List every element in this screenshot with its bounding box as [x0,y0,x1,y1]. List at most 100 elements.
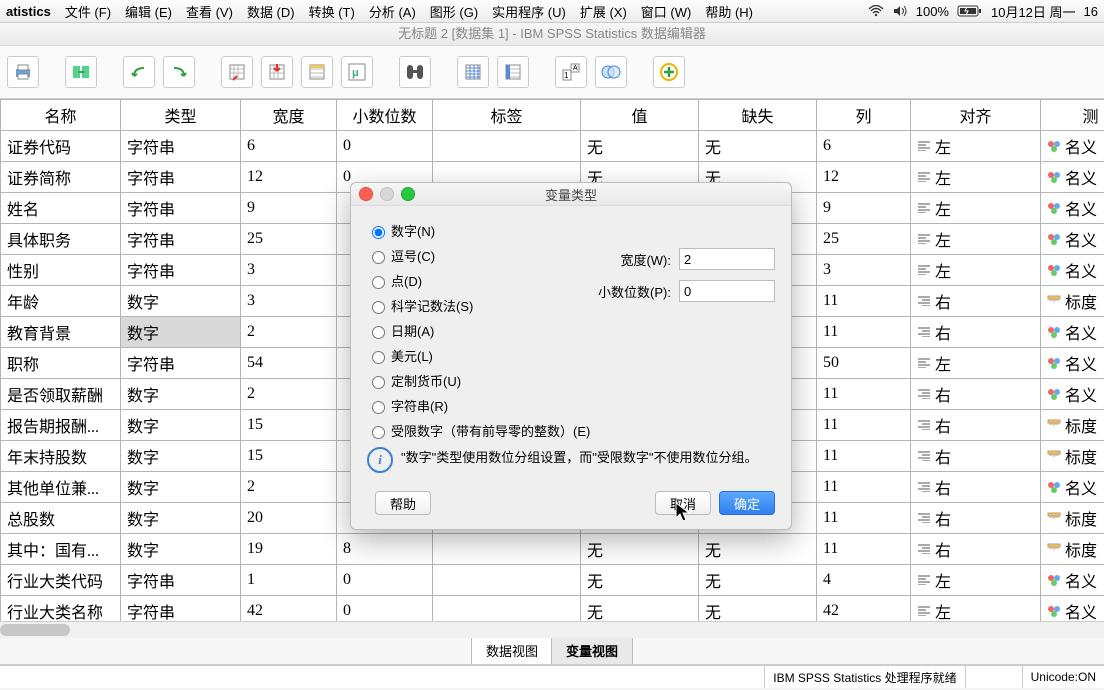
cell[interactable]: 名义 [1041,162,1104,193]
cell[interactable]: 15 [241,410,337,441]
tab-variable-view[interactable]: 变量视图 [551,636,633,664]
cell[interactable]: 右 [911,379,1041,410]
cell[interactable]: 0 [337,565,433,596]
cell[interactable]: 证券简称 [1,162,121,193]
cell[interactable]: 11 [817,441,911,472]
goto-case-button[interactable] [221,56,253,88]
cell[interactable]: 左 [911,162,1041,193]
type-radio-row[interactable]: 数字(N) [367,218,591,243]
cell[interactable]: 11 [817,410,911,441]
menu-extensions[interactable]: 扩展 (X) [580,2,627,21]
decimals-input[interactable] [679,280,775,302]
type-radio-row[interactable]: 美元(L) [367,343,591,368]
type-radio-row[interactable]: 点(D) [367,268,591,293]
value-labels-button[interactable]: 1A [555,56,587,88]
cell[interactable]: 左 [911,348,1041,379]
type-radio[interactable] [372,401,385,414]
type-radio-row[interactable]: 受限数字（带有前导零的整数）(E) [367,418,591,443]
cell[interactable]: 右 [911,534,1041,565]
run-button[interactable] [653,56,685,88]
cell[interactable]: 右 [911,503,1041,534]
cell[interactable]: 左 [911,596,1041,622]
menu-view[interactable]: 查看 (V) [186,2,233,21]
cell[interactable]: 名义 [1041,255,1104,286]
cell[interactable]: 证券代码 [1,131,121,162]
cell[interactable]: 无 [581,596,699,622]
cell[interactable]: 42 [817,596,911,622]
cell[interactable]: 11 [817,472,911,503]
cell[interactable]: 名义 [1041,596,1104,622]
cell[interactable]: 20 [241,503,337,534]
col-header[interactable]: 对齐 [911,100,1041,131]
cell[interactable]: 11 [817,286,911,317]
cell[interactable]: 标度 [1041,286,1104,317]
col-header[interactable]: 测 [1041,100,1104,131]
cell[interactable]: 职称 [1,348,121,379]
cell[interactable]: 8 [337,534,433,565]
cell[interactable]: 2 [241,379,337,410]
cell[interactable]: 2 [241,317,337,348]
cell[interactable]: 12 [241,162,337,193]
select-button[interactable] [595,56,627,88]
cell[interactable]: 11 [817,317,911,348]
cell[interactable]: 1 [241,565,337,596]
cell[interactable]: 左 [911,565,1041,596]
cell[interactable]: 字符串 [121,193,241,224]
cell[interactable]: 15 [241,441,337,472]
cell[interactable]: 是否领取薪酬 [1,379,121,410]
insert-var-button[interactable]: μ [341,56,373,88]
cell[interactable]: 左 [911,224,1041,255]
cell[interactable]: 左 [911,193,1041,224]
cell[interactable]: 字符串 [121,596,241,622]
cancel-button[interactable]: 取消 [655,491,711,515]
cell[interactable]: 字符串 [121,348,241,379]
cell[interactable]: 50 [817,348,911,379]
cell[interactable]: 数字 [121,503,241,534]
help-button[interactable]: 帮助 [375,491,431,515]
cell[interactable]: 无 [581,534,699,565]
cell[interactable]: 无 [699,131,817,162]
redo-button[interactable] [163,56,195,88]
cell[interactable]: 名义 [1041,317,1104,348]
cell[interactable]: 标度 [1041,441,1104,472]
cell[interactable]: 名义 [1041,193,1104,224]
cell[interactable] [433,565,581,596]
ok-button[interactable]: 确定 [719,491,775,515]
col-header[interactable]: 小数位数 [337,100,433,131]
col-header[interactable]: 缺失 [699,100,817,131]
cell[interactable]: 无 [699,534,817,565]
cell[interactable]: 左 [911,131,1041,162]
cell[interactable]: 无 [699,565,817,596]
cell[interactable]: 3 [241,255,337,286]
cell[interactable]: 教育背景 [1,317,121,348]
cell[interactable]: 数字 [121,534,241,565]
cell[interactable]: 右 [911,472,1041,503]
cell[interactable]: 左 [911,255,1041,286]
cell[interactable]: 19 [241,534,337,565]
cell[interactable]: 字符串 [121,255,241,286]
cell[interactable]: 名义 [1041,224,1104,255]
cell[interactable]: 字符串 [121,224,241,255]
cell[interactable]: 11 [817,379,911,410]
cell[interactable]: 其中：国有... [1,534,121,565]
variables-button[interactable] [301,56,333,88]
cell[interactable]: 数字 [121,317,241,348]
cell[interactable]: 3 [817,255,911,286]
table-row[interactable]: 行业大类代码字符串10无无4 左名义 [1,565,1104,596]
cell[interactable] [433,596,581,622]
cell[interactable]: 数字 [121,441,241,472]
cell[interactable]: 总股数 [1,503,121,534]
split-button[interactable] [457,56,489,88]
type-radio-row[interactable]: 日期(A) [367,318,591,343]
cell[interactable]: 标度 [1041,503,1104,534]
type-radio[interactable] [372,226,385,239]
cell[interactable]: 姓名 [1,193,121,224]
cell[interactable]: 数字 [121,286,241,317]
cell[interactable]: 字符串 [121,565,241,596]
cell[interactable]: 字符串 [121,162,241,193]
goto-var-button[interactable] [261,56,293,88]
cell[interactable]: 9 [817,193,911,224]
cell[interactable]: 其他单位兼... [1,472,121,503]
table-row[interactable]: 其中：国有...数字198无无11 右标度 [1,534,1104,565]
cell[interactable]: 11 [817,503,911,534]
